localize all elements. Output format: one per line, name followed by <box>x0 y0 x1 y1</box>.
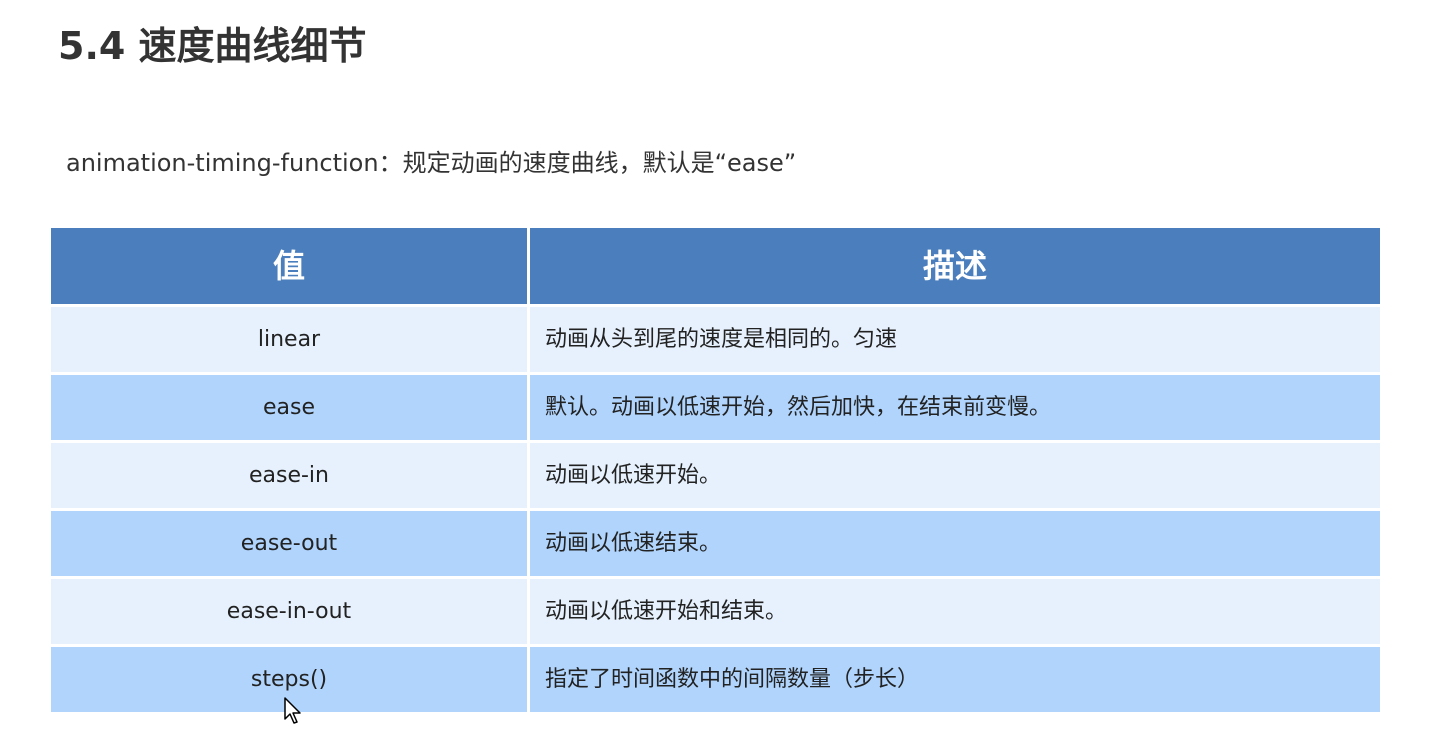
table-row: ease-in 动画以低速开始。 <box>51 443 1380 508</box>
cell-description: 动画以低速开始和结束。 <box>530 579 1380 644</box>
table-header-row: 值 描述 <box>51 228 1380 304</box>
slide: 5.4 速度曲线细节 animation-timing-function：规定动… <box>0 0 1448 735</box>
cell-value: ease-in <box>51 443 527 508</box>
description-text: animation-timing-function：规定动画的速度曲线，默认是“… <box>66 149 797 177</box>
header-description: 描述 <box>530 228 1380 304</box>
cell-value: ease-in-out <box>51 579 527 644</box>
mouse-pointer-icon <box>284 697 301 724</box>
cell-description: 指定了时间函数中的间隔数量（步长） <box>530 647 1380 712</box>
cell-value: ease-out <box>51 511 527 576</box>
cell-value: linear <box>51 307 527 372</box>
page-title: 5.4 速度曲线细节 <box>58 24 367 68</box>
cell-value: ease <box>51 375 527 440</box>
cell-description: 动画从头到尾的速度是相同的。匀速 <box>530 307 1380 372</box>
cell-description: 默认。动画以低速开始，然后加快，在结束前变慢。 <box>530 375 1380 440</box>
table-row: linear 动画从头到尾的速度是相同的。匀速 <box>51 307 1380 372</box>
timing-function-table: 值 描述 linear 动画从头到尾的速度是相同的。匀速 ease 默认。动画以… <box>51 228 1380 712</box>
header-value: 值 <box>51 228 530 304</box>
cell-description: 动画以低速结束。 <box>530 511 1380 576</box>
table-row: steps() 指定了时间函数中的间隔数量（步长） <box>51 647 1380 712</box>
table-row: ease-in-out 动画以低速开始和结束。 <box>51 579 1380 644</box>
table-row: ease 默认。动画以低速开始，然后加快，在结束前变慢。 <box>51 375 1380 440</box>
cell-description: 动画以低速开始。 <box>530 443 1380 508</box>
table-row: ease-out 动画以低速结束。 <box>51 511 1380 576</box>
